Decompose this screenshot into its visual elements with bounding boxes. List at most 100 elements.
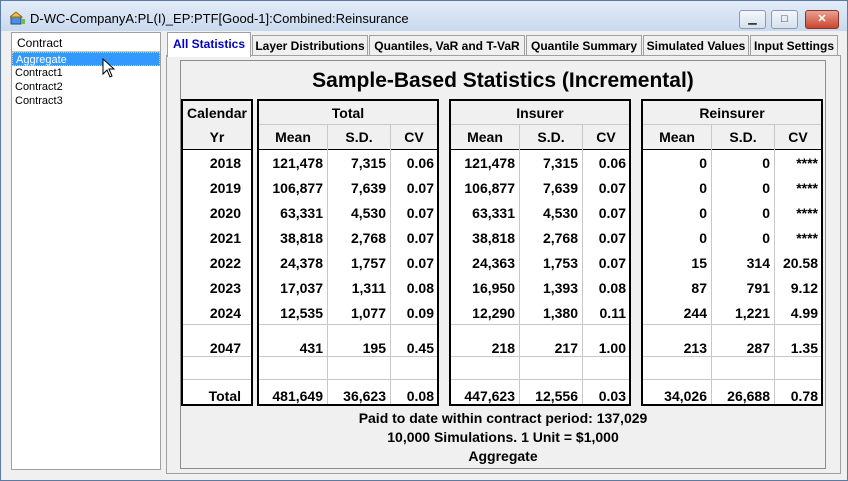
tab-quantiles-var-tvar[interactable]: Quantiles, VaR and T-VaR	[369, 35, 525, 56]
report-frame: Sample-Based Statistics (Incremental) Ca…	[180, 60, 826, 469]
mean-cell: 0	[699, 155, 707, 171]
cv-cell: ****	[796, 230, 818, 246]
cv-cell: 4.99	[790, 305, 818, 321]
mean-cell: 0	[699, 205, 707, 221]
sd-cell: 1,077	[350, 305, 386, 321]
aggregate-label: Aggregate	[468, 448, 538, 464]
mean-cell: 17,037	[280, 280, 323, 296]
cv-cell: 0.07	[406, 180, 434, 196]
sd-cell: 0	[762, 205, 770, 221]
reinsurer-group: Reinsurer Mean S.D. CV 0 0 **** 0 0 **** 0 0 ***…	[641, 99, 823, 406]
mean-cell: 244	[683, 305, 707, 321]
cv-cell: 0.07	[406, 205, 434, 221]
sd-cell: 2,768	[350, 230, 386, 246]
sd-cell: 12,556	[535, 388, 578, 404]
sub-header-mean: Mean	[451, 125, 519, 149]
mean-cell: 0	[699, 180, 707, 196]
sd-cell: 36,623	[343, 388, 386, 404]
contract-list[interactable]: Contract Aggregate Contract1 Contract2 C…	[11, 32, 161, 470]
sub-header-cv: CV	[391, 125, 437, 149]
sub-header-mean: Mean	[643, 125, 711, 149]
cv-cell: 0.06	[406, 155, 434, 171]
sd-cell: 791	[746, 280, 770, 296]
mean-cell: 0	[699, 230, 707, 246]
sd-cell: 1,753	[542, 255, 578, 271]
sub-header-cv: CV	[583, 125, 629, 149]
year-cell: 2019	[209, 180, 241, 196]
sd-cell: 7,315	[350, 155, 386, 171]
cv-cell: ****	[796, 205, 818, 221]
title-bar[interactable]: D-WC-CompanyA:PL(I)_EP:PTF[Good-1]:Combi…	[1, 1, 847, 31]
sd-cell: 1,311	[351, 280, 386, 296]
cv-cell: 0.78	[790, 388, 818, 404]
contract-list-item[interactable]: Contract2	[12, 80, 160, 94]
mean-cell: 63,331	[280, 205, 323, 221]
sub-header-sd: S.D.	[328, 125, 390, 149]
sub-header-mean: Mean	[259, 125, 327, 149]
tab-simulated-values[interactable]: Simulated Values	[643, 35, 749, 56]
all-statistics-panel: Sample-Based Statistics (Incremental) Ca…	[166, 55, 841, 474]
mean-cell: 38,818	[472, 230, 515, 246]
year-cell: 2022	[209, 255, 241, 271]
mean-cell: 63,331	[472, 205, 515, 221]
cv-cell: ****	[796, 155, 818, 171]
sd-cell: 0	[762, 180, 770, 196]
sub-header-sd: S.D.	[520, 125, 582, 149]
cv-cell: 0.08	[406, 388, 434, 404]
contract-list-item[interactable]: Contract3	[12, 94, 160, 108]
mean-cell: 431	[299, 340, 323, 356]
mean-cell: 12,290	[472, 305, 515, 321]
tab-all-statistics[interactable]: All Statistics	[167, 32, 251, 57]
mean-cell: 213	[683, 340, 707, 356]
mean-cell: 106,877	[464, 180, 515, 196]
year-header-bottom: Yr	[183, 125, 251, 149]
group-header-insurer: Insurer	[451, 101, 629, 125]
sub-header-sd: S.D.	[712, 125, 774, 149]
mean-cell: 121,478	[464, 155, 515, 171]
cv-cell: 0.03	[598, 388, 626, 404]
sd-cell: 217	[554, 340, 578, 356]
cv-cell: 0.07	[406, 255, 434, 271]
mean-cell: 87	[691, 280, 707, 296]
paid-to-date-text: Paid to date within contract period: 137…	[358, 410, 648, 426]
sd-cell: 1,393	[542, 280, 578, 296]
cv-cell: 0.11	[599, 305, 626, 321]
mouse-pointer-icon	[102, 58, 116, 78]
cv-cell: 0.08	[406, 280, 434, 296]
sd-cell: 26,688	[727, 388, 770, 404]
group-header-total: Total	[259, 101, 437, 125]
sd-cell: 7,639	[542, 180, 578, 196]
client-area: Contract Aggregate Contract1 Contract2 C…	[8, 32, 841, 474]
simulations-text: 10,000 Simulations. 1 Unit = $1,000	[387, 429, 619, 445]
sd-cell: 195	[362, 340, 386, 356]
mean-cell: 121,478	[272, 155, 323, 171]
app-window: D-WC-CompanyA:PL(I)_EP:PTF[Good-1]:Combi…	[0, 0, 848, 481]
maximize-button[interactable]: □	[771, 10, 798, 29]
tab-layer-distributions[interactable]: Layer Distributions	[252, 35, 368, 56]
minimize-button[interactable]: ▁	[739, 10, 766, 29]
close-button[interactable]: ✕	[805, 10, 839, 29]
report-heading: Sample-Based Statistics (Incremental)	[312, 69, 694, 92]
sd-cell: 1,221	[734, 305, 770, 321]
year-column: Calendar Yr 2018 2019 2020 2021 2022 2023 2024…	[181, 99, 253, 406]
contract-list-item[interactable]: Aggregate	[12, 52, 160, 66]
contract-list-item[interactable]: Contract1	[12, 66, 160, 80]
cv-cell: 0.07	[598, 255, 626, 271]
total-group: Total Mean S.D. CV 121,478 7,315 0.06 106,8…	[257, 99, 439, 406]
cv-cell: 0.06	[598, 155, 626, 171]
sub-header-cv: CV	[775, 125, 821, 149]
cv-cell: 20.58	[782, 255, 818, 271]
insurer-group: Insurer Mean S.D. CV 121,478 7,315 0.06 106…	[449, 99, 631, 406]
sd-cell: 1,380	[542, 305, 578, 321]
tab-quantile-summary[interactable]: Quantile Summary	[526, 35, 642, 56]
mean-cell: 15	[691, 255, 707, 271]
mean-cell: 24,363	[472, 255, 515, 271]
mean-cell: 16,950	[472, 280, 515, 296]
cv-cell: 0.09	[406, 305, 434, 321]
cv-cell: 1.00	[598, 340, 626, 356]
year-cell: 2020	[209, 205, 241, 221]
sd-cell: 0	[762, 230, 770, 246]
cv-cell: 0.07	[598, 180, 626, 196]
contract-list-header[interactable]: Contract	[12, 33, 160, 52]
tab-input-settings[interactable]: Input Settings	[750, 35, 838, 56]
